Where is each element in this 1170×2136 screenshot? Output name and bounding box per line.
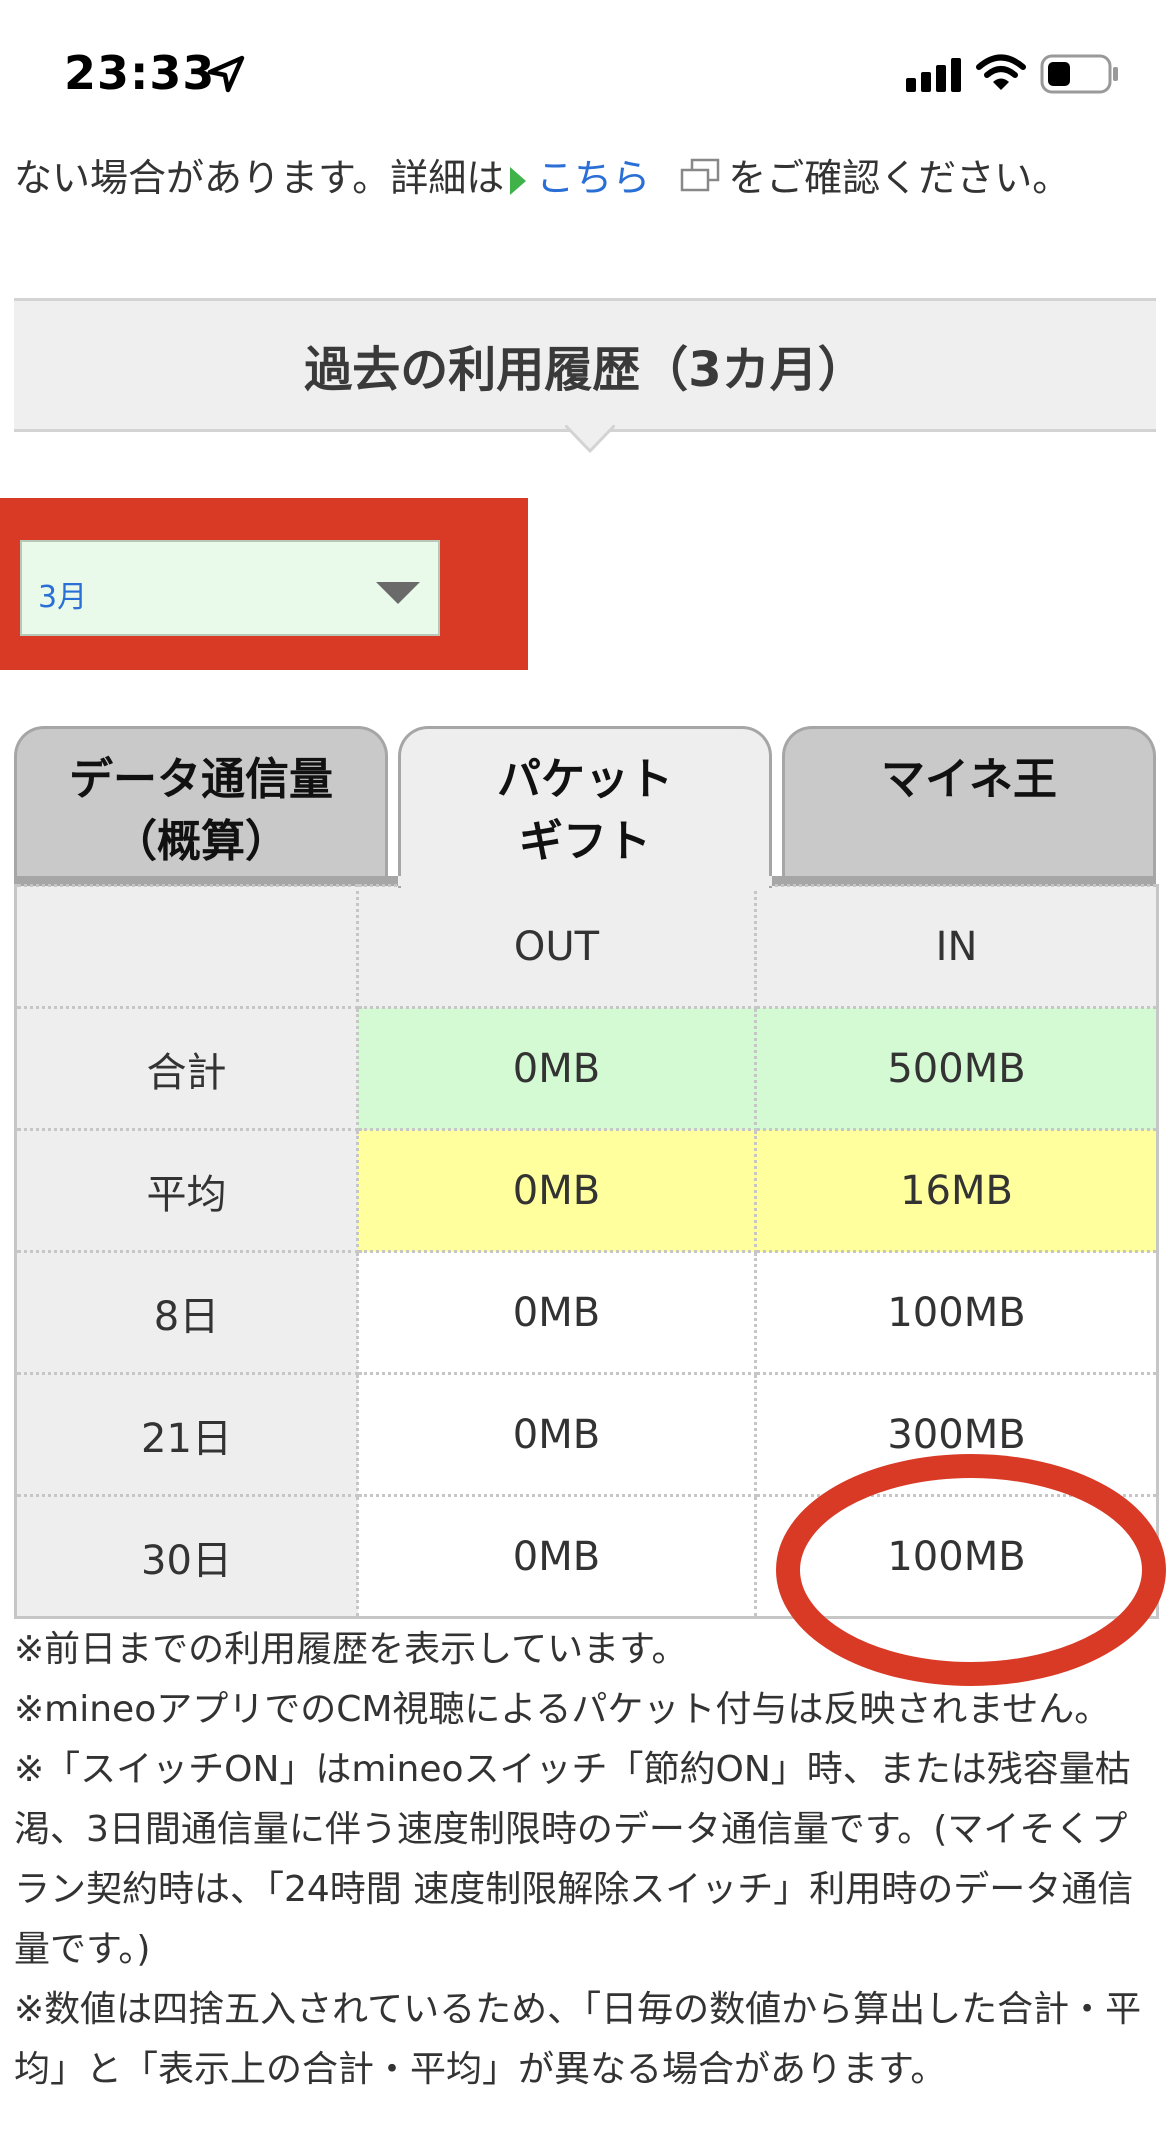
out-value: 0MB [356, 1128, 757, 1253]
row-label: 30日 [14, 1494, 359, 1619]
table-row: 21日 0MB 300MB [14, 1372, 1159, 1497]
section-title: 過去の利用履歴（3カ月） [14, 298, 1156, 432]
chevron-down-icon [376, 582, 420, 604]
in-value: 500MB [754, 1006, 1159, 1131]
wifi-icon [976, 54, 1026, 90]
out-value: 0MB [356, 1250, 757, 1375]
tab-packet-gift[interactable]: パケット ギフト [398, 726, 772, 888]
row-label: 21日 [14, 1372, 359, 1497]
tab-bar: データ通信量 （概算） パケット ギフト マイネ王 [14, 726, 1156, 888]
external-window-icon[interactable] [680, 151, 720, 211]
usage-history-table: OUT IN 合計 0MB 500MB 平均 0MB 16MB 8日 0MB 1… [14, 884, 1159, 1619]
in-value: 100MB [754, 1250, 1159, 1375]
tab-label-line1: データ通信量 [69, 754, 333, 805]
tab-maine-oh[interactable]: マイネ王 [782, 726, 1156, 882]
note-text: ※mineoアプリでのCM視聴によるパケット付与は反映されません。 [14, 1689, 1111, 1730]
location-arrow-icon [207, 55, 245, 93]
battery-icon [1040, 54, 1118, 94]
status-time: 23:33 [64, 46, 216, 100]
details-link[interactable]: こちら [536, 156, 650, 200]
in-value: 100MB [754, 1494, 1159, 1619]
note-text: ※前日までの利用履歴を表示しています。 [14, 1629, 688, 1670]
in-value: 16MB [754, 1128, 1159, 1253]
link-arrow-icon [510, 166, 527, 195]
table-header-cell: OUT [356, 884, 757, 1009]
table-row-average: 平均 0MB 16MB [14, 1128, 1159, 1253]
note-text: ※数値は四捨五入されているため、「日毎の数値から算出した合計・平均」と「表示上の… [14, 1989, 1142, 2090]
month-select-value: 3月 [38, 580, 88, 615]
row-label: 合計 [14, 1006, 359, 1131]
in-value: 300MB [754, 1372, 1159, 1497]
active-tab-connector [398, 876, 772, 886]
table-row: 30日 0MB 100MB [14, 1494, 1159, 1619]
table-header-cell: IN [754, 884, 1159, 1009]
tab-label-line2: ギフト [519, 816, 651, 867]
out-value: 0MB [356, 1372, 757, 1497]
note-text: ※「スイッチON」はmineoスイッチ「節約ON」時、または残容量枯渇、3日間通… [14, 1749, 1134, 1970]
table-row: 8日 0MB 100MB [14, 1250, 1159, 1375]
out-value: 0MB [356, 1006, 757, 1131]
tab-label-line2: （概算） [113, 816, 289, 867]
table-header-cell [14, 884, 359, 1009]
row-label: 平均 [14, 1128, 359, 1253]
tab-data-usage[interactable]: データ通信量 （概算） [14, 726, 388, 882]
status-bar: 23:33 [0, 0, 1170, 140]
out-value: 0MB [356, 1494, 757, 1619]
table-row-total: 合計 0MB 500MB [14, 1006, 1159, 1131]
tab-label-line1: パケット [497, 754, 673, 805]
intro-text-after: をご確認ください。 [728, 156, 1071, 200]
table-header-row: OUT IN [14, 884, 1159, 1009]
notes-section: ※前日までの利用履歴を表示しています。 ※mineoアプリでのCM視聴によるパケ… [14, 1620, 1160, 2100]
tab-label-line1: マイネ王 [881, 754, 1057, 805]
month-select[interactable]: 3月 [20, 540, 440, 636]
intro-text: ない場合があります。詳細は こちら をご確認ください。 [14, 148, 1070, 208]
header-pointer-icon [565, 425, 615, 453]
intro-text-before: ない場合があります。詳細は [14, 156, 505, 200]
cellular-signal-icon [906, 58, 961, 92]
row-label: 8日 [14, 1250, 359, 1375]
